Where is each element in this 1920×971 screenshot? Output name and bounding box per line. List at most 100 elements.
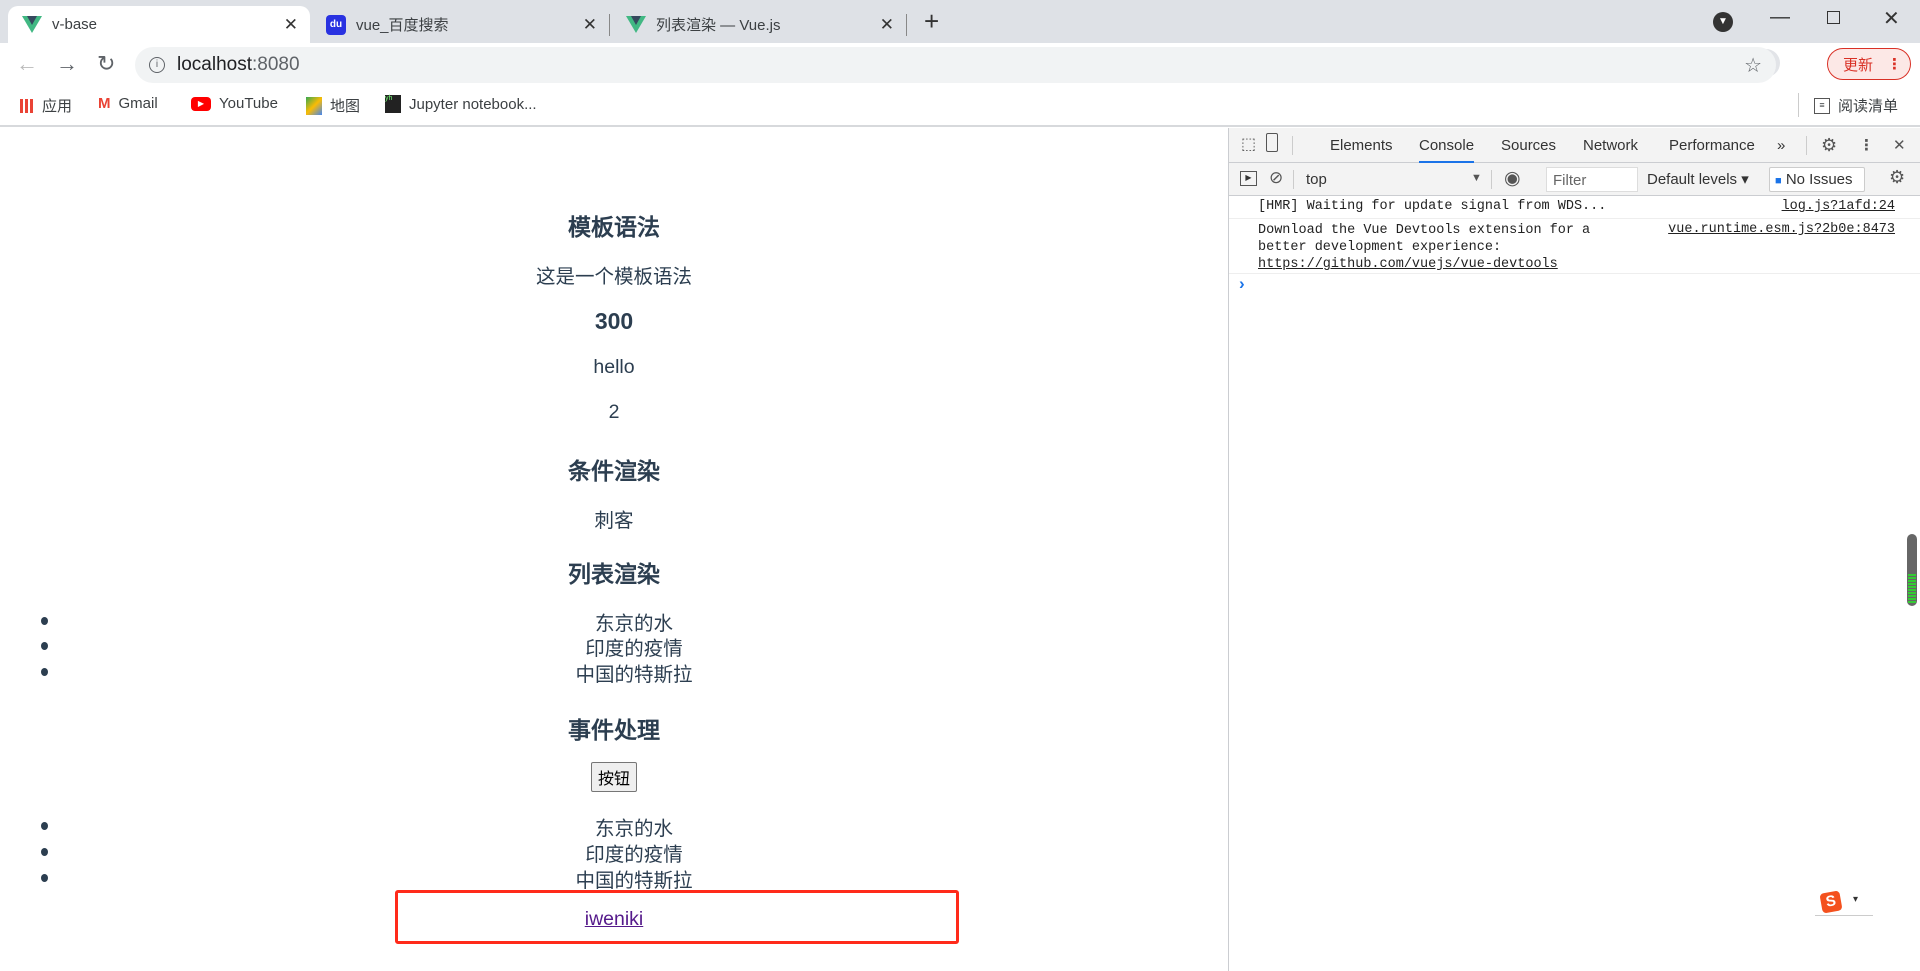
count-text: 2 <box>608 401 620 423</box>
back-icon[interactable]: ← <box>16 51 38 77</box>
iweniki-link[interactable]: iweniki <box>585 908 644 930</box>
tab-performance[interactable]: Performance <box>1669 128 1755 163</box>
template-text: 这是一个模板语法 <box>535 266 692 288</box>
scroll-widget[interactable] <box>1907 534 1917 606</box>
bookmark-star-icon[interactable]: ☆ <box>1744 53 1762 78</box>
template-heading: 模板语法 <box>568 214 660 240</box>
more-tabs-button[interactable]: » <box>1777 128 1785 163</box>
show-sidebar-icon[interactable]: ▶ <box>1240 171 1257 186</box>
close-devtools-icon[interactable]: ✕ <box>1893 128 1906 163</box>
gmail-icon: M <box>98 95 111 112</box>
url-port: :8080 <box>252 54 300 75</box>
sogou-ime-icon: S <box>1819 890 1843 914</box>
message-source-link[interactable]: vue.runtime.esm.js?2b0e:8473 <box>1668 222 1895 237</box>
close-window-icon[interactable]: ✕ <box>1883 6 1900 31</box>
list-item: 中国的特斯拉 <box>575 870 693 892</box>
menu-dots-icon: ⋮ <box>1887 56 1903 73</box>
device-toolbar-icon[interactable] <box>1266 133 1278 152</box>
page-viewport: 模板语法 这是一个模板语法 300 hello 2 条件渲染 刺客 列表渲染 东… <box>0 128 1228 971</box>
close-tab-icon[interactable]: ✕ <box>880 15 894 35</box>
console-settings-icon[interactable]: ⚙ <box>1889 167 1905 188</box>
issues-label: No Issues <box>1785 171 1853 188</box>
baidu-paw-icon: du <box>326 14 346 35</box>
bookmark-youtube[interactable]: ▶ YouTube <box>191 95 278 112</box>
url-host: localhost <box>177 54 252 75</box>
console-prompt[interactable]: › <box>1239 274 1245 294</box>
clear-console-icon[interactable]: ⊘ <box>1269 168 1283 188</box>
bookmark-maps[interactable]: 地图 <box>306 95 360 116</box>
context-selector[interactable]: top <box>1306 171 1327 188</box>
close-tab-icon[interactable]: ✕ <box>284 15 298 35</box>
forward-icon[interactable]: → <box>56 51 78 77</box>
tab-title: vue_百度搜索 <box>356 17 449 34</box>
list-item: 印度的疫情 <box>585 844 683 866</box>
more-options-icon[interactable]: ⋮ <box>1859 128 1874 163</box>
tab-vue-list-rendering[interactable]: 列表渲染 — Vue.js ✕ <box>612 6 906 43</box>
vue-logo-icon <box>22 15 42 35</box>
tab-v-base[interactable]: v-base ✕ <box>8 6 310 43</box>
issues-button[interactable]: ■ No Issues <box>1769 167 1865 192</box>
message-text: [HMR] Waiting for update signal from WDS… <box>1258 199 1607 214</box>
hello-text: hello <box>593 356 635 378</box>
list-item: 中国的特斯拉 <box>575 664 693 686</box>
tab-elements[interactable]: Elements <box>1330 128 1393 163</box>
list-item: 东京的水 <box>594 818 673 840</box>
devtools-tabbar: ⬚ Elements Console Sources Network Perfo… <box>1229 128 1920 163</box>
bookmark-gmail[interactable]: M Gmail <box>98 95 158 112</box>
tab-baidu[interactable]: du vue_百度搜索 ✕ <box>312 6 609 43</box>
tab-network[interactable]: Network <box>1583 128 1638 163</box>
message-source-link[interactable]: log.js?1afd:24 <box>1782 199 1895 214</box>
console-toolbar: ▶ ⊘ top ▼ ◉ Filter Default levels ▾ ■ No… <box>1229 163 1920 196</box>
inspect-element-icon[interactable]: ⬚ <box>1241 134 1256 154</box>
console-message: Download the Vue Devtools extension for … <box>1229 219 1920 274</box>
tab-sources[interactable]: Sources <box>1501 128 1556 163</box>
console-message: [HMR] Waiting for update signal from WDS… <box>1229 196 1920 219</box>
bookmark-label: YouTube <box>219 95 278 112</box>
jupyter-icon: yh <box>385 95 401 113</box>
conditional-heading: 条件渲染 <box>568 458 660 484</box>
tab-console[interactable]: Console <box>1419 128 1475 163</box>
devtools-panel: ⬚ Elements Console Sources Network Perfo… <box>1228 128 1920 971</box>
tab-search-icon[interactable]: ▼ <box>1713 12 1733 32</box>
new-tab-button[interactable]: + <box>924 6 939 37</box>
tab-title: 列表渲染 — Vue.js <box>656 17 781 34</box>
ime-toolbar[interactable]: S ▾ <box>1815 890 1873 916</box>
bookmark-label: Gmail <box>118 95 158 112</box>
apps-grid-icon <box>20 98 34 113</box>
tab-strip: v-base ✕ du vue_百度搜索 ✕ 列表渲染 — Vue.js ✕ +… <box>0 0 1920 43</box>
message-text: Download the Vue Devtools extension for … <box>1258 223 1591 255</box>
bookmark-apps[interactable]: 应用 <box>20 95 72 116</box>
live-expression-eye-icon[interactable]: ◉ <box>1504 167 1521 190</box>
ime-menu-icon[interactable]: ▾ <box>1853 894 1858 905</box>
list-heading: 列表渲染 <box>568 561 660 587</box>
address-bar[interactable]: i localhost:8080 ☆ <box>135 47 1776 83</box>
reload-icon[interactable]: ↻ <box>97 51 115 77</box>
update-button[interactable]: 更新 ⋮ <box>1827 48 1911 80</box>
youtube-icon: ▶ <box>191 96 211 111</box>
restore-icon[interactable] <box>1827 11 1840 24</box>
tab-title: v-base <box>52 16 98 33</box>
vue-logo-icon <box>626 15 646 35</box>
conditional-text: 刺客 <box>594 510 634 532</box>
minimize-icon[interactable]: — <box>1770 6 1790 29</box>
bookmark-label: 地图 <box>330 98 361 115</box>
reading-list-icon: ≡ <box>1814 97 1830 114</box>
number-heading: 300 <box>594 308 634 334</box>
log-levels-dropdown[interactable]: Default levels ▾ <box>1647 170 1749 188</box>
issues-icon: ■ <box>1775 175 1782 187</box>
list-item: 印度的疫情 <box>585 638 683 660</box>
event-button[interactable]: 按钮 <box>590 762 637 792</box>
reading-list-button[interactable]: ≡ 阅读清单 <box>1814 95 1898 116</box>
filter-input[interactable]: Filter <box>1546 167 1638 192</box>
event-heading: 事件处理 <box>568 717 660 743</box>
bookmark-jupyter[interactable]: yh Jupyter notebook... <box>385 95 537 113</box>
site-info-icon[interactable]: i <box>149 57 165 73</box>
settings-gear-icon[interactable]: ⚙ <box>1821 128 1837 163</box>
maps-icon <box>306 96 322 115</box>
reading-list-label: 阅读清单 <box>1838 98 1899 115</box>
devtools-github-link[interactable]: https://github.com/vuejs/vue-devtools <box>1258 256 1558 273</box>
close-tab-icon[interactable]: ✕ <box>583 15 597 35</box>
bookmarks-bar: 应用 M Gmail ▶ YouTube 地图 yh Jupyter notebook… <box>0 85 1920 127</box>
bookmark-label: 应用 <box>42 98 73 115</box>
context-dropdown-icon[interactable]: ▼ <box>1471 172 1482 184</box>
